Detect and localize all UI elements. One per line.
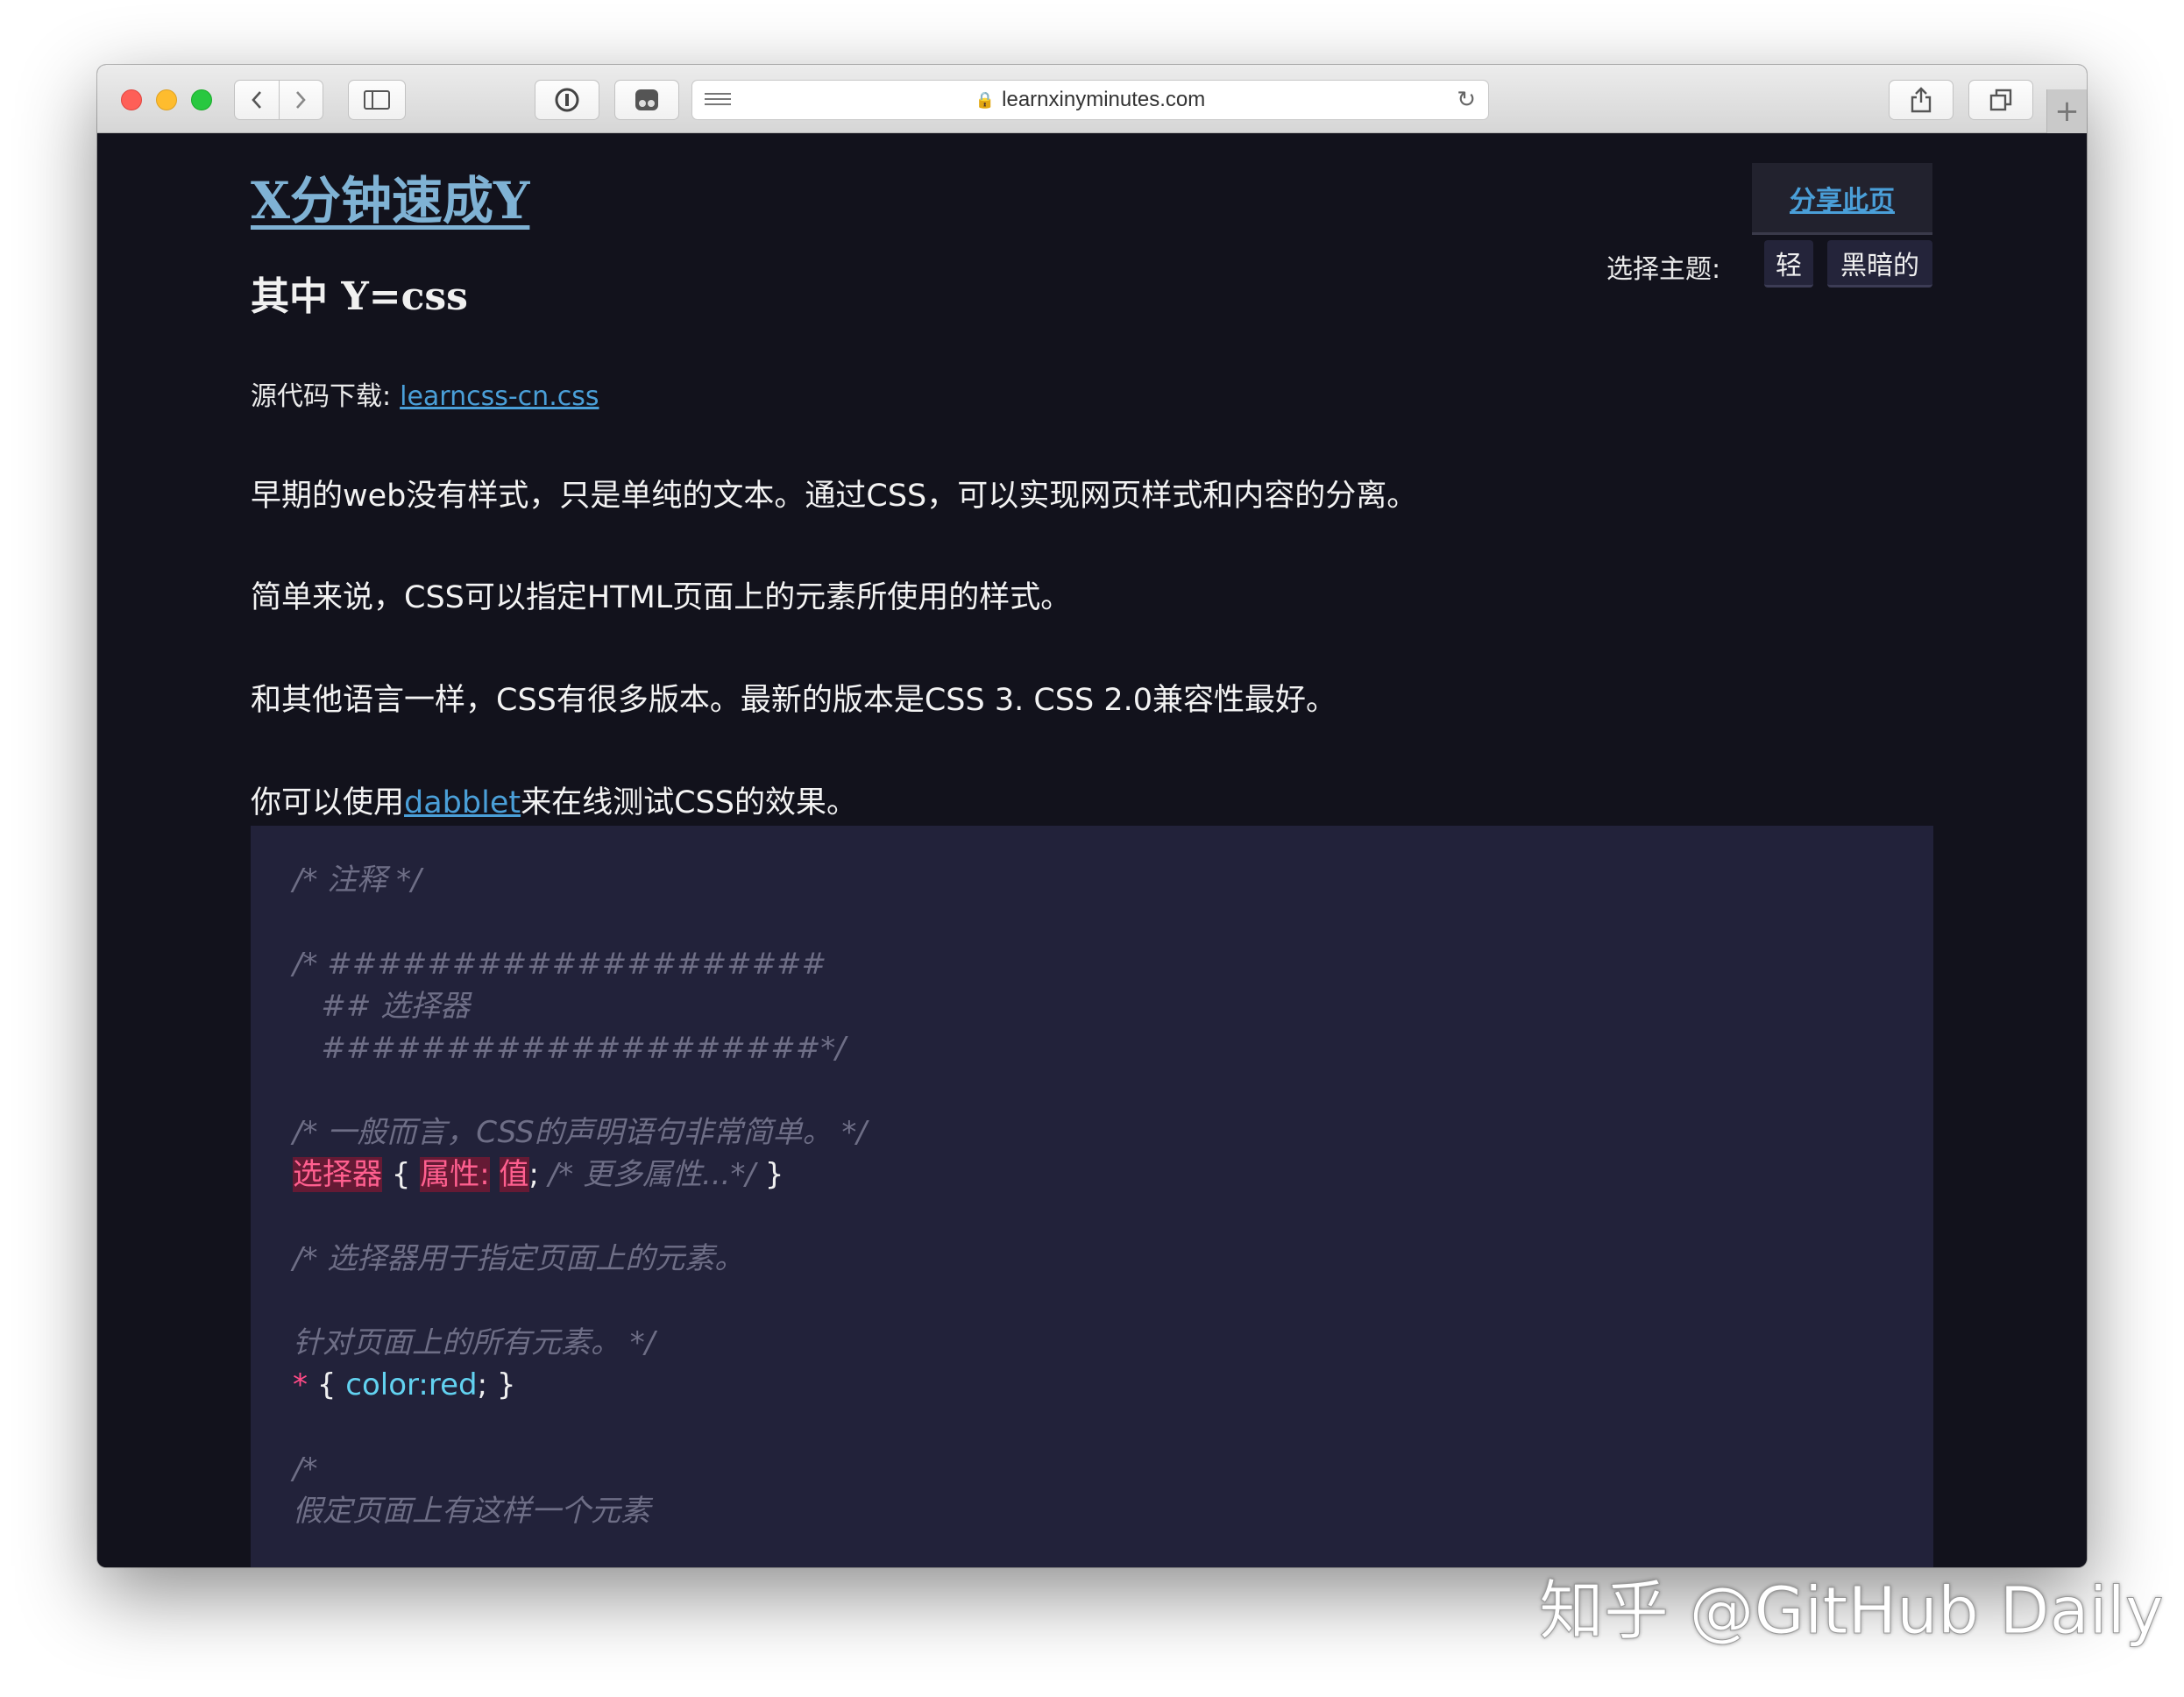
source-label: 源代码下载: — [251, 381, 392, 412]
sidebar-icon — [364, 90, 390, 110]
site-title-link[interactable]: X分钟速成Y — [251, 160, 529, 233]
code-brace-open: { — [382, 1157, 421, 1192]
code-universal-rule-line: * { color:red; } — [293, 1364, 1891, 1406]
page-subtitle: 其中 Y=css — [251, 274, 468, 319]
code-comment: ## 选择器 — [293, 989, 471, 1024]
chevron-right-icon — [296, 91, 306, 109]
code-comment: ####################*/ — [293, 1031, 846, 1066]
plus-icon: + — [2054, 94, 2080, 129]
code-property: 属性: — [420, 1157, 490, 1192]
forward-button[interactable] — [278, 81, 323, 119]
dabblet-link[interactable]: dabblet — [404, 785, 521, 820]
code-rule-line: 选择器 { 属性: 值; /* 更多属性...*/ } — [293, 1154, 1891, 1196]
theme-label: 选择主题: — [1606, 254, 1721, 285]
new-tab-button[interactable]: + — [2046, 89, 2087, 133]
code-comment: /* 选择器用于指定页面上的元素。 — [293, 1241, 745, 1276]
url-text: learnxinyminutes.com — [1002, 88, 1206, 111]
zoom-window-button[interactable] — [191, 89, 212, 110]
code-selector: 选择器 — [293, 1157, 382, 1192]
dabblet-text-before: 你可以使用 — [251, 785, 405, 820]
browser-window: 🔒 learnxinyminutes.com ↻ + X分钟速成Y 其中 Y=c… — [97, 65, 2087, 1567]
tabs-overview-button[interactable] — [1968, 80, 2033, 120]
code-block: /* 注释 */ /* #################### ## 选择器 #… — [251, 826, 1933, 1567]
code-colon: : — [418, 1367, 429, 1402]
address-bar[interactable]: 🔒 learnxinyminutes.com ↻ — [691, 80, 1489, 120]
browser-toolbar: 🔒 learnxinyminutes.com ↻ + — [97, 65, 2087, 133]
code-comment: /* — [293, 1452, 318, 1487]
lock-icon: 🔒 — [975, 90, 996, 109]
dabblet-text-after: 来在线测试CSS的效果。 — [521, 785, 857, 820]
page-content: X分钟速成Y 其中 Y=css 分享此页 选择主题: 轻 黑暗的 源代码下载: l… — [97, 133, 2087, 1567]
code-brace-close: } — [755, 1157, 784, 1192]
code-value: 值 — [499, 1157, 529, 1192]
code-brace-close: ; } — [477, 1367, 516, 1402]
code-semicolon: ; — [528, 1157, 549, 1192]
watermark: 知乎 @GitHub Daily — [1539, 1573, 2165, 1650]
share-page-button[interactable]: 分享此页 — [1752, 163, 1932, 235]
theme-dark-button[interactable]: 黑暗的 — [1827, 240, 1932, 288]
back-button[interactable] — [235, 81, 279, 119]
password-button[interactable] — [535, 80, 599, 120]
extension-button[interactable] — [614, 80, 679, 120]
code-comment: 针对页面上的所有元素。 */ — [293, 1325, 656, 1360]
paragraph-summary: 简单来说，CSS可以指定HTML页面上的元素所使用的样式。 — [251, 580, 1072, 615]
paragraph-versions: 和其他语言一样，CSS有很多版本。最新的版本是CSS 3. CSS 2.0兼容性… — [251, 683, 1337, 718]
history-nav — [234, 80, 323, 120]
ghostery-icon — [635, 89, 658, 110]
reader-view-icon[interactable] — [705, 89, 731, 109]
theme-light-button[interactable]: 轻 — [1764, 240, 1813, 288]
share-toolbar-button[interactable] — [1889, 80, 1954, 120]
code-comment: 假定页面上有这样一个元素 — [293, 1494, 650, 1529]
paragraph-intro: 早期的web没有样式，只是单纯的文本。通过CSS，可以实现网页样式和内容的分离。 — [251, 479, 1418, 514]
sidebar-button[interactable] — [348, 80, 406, 120]
source-link[interactable]: learncss-cn.css — [400, 381, 599, 412]
code-universal-selector: * — [293, 1367, 308, 1402]
share-icon — [1911, 87, 1932, 113]
paragraph-dabblet: 你可以使用dabblet来在线测试CSS的效果。 — [251, 777, 857, 822]
source-download: 源代码下载: learncss-cn.css — [251, 374, 599, 413]
code-comment: /* 一般而言，CSS的声明语句非常简单。 */ — [293, 1115, 867, 1150]
close-window-button[interactable] — [121, 89, 142, 110]
reload-icon[interactable]: ↻ — [1457, 86, 1476, 113]
tabs-icon — [1989, 89, 2012, 111]
code-brace-open: { — [308, 1367, 346, 1402]
code-value: red — [428, 1367, 478, 1402]
minimize-window-button[interactable] — [156, 89, 177, 110]
code-property: color — [345, 1367, 419, 1402]
code-comment: /* #################### — [293, 947, 827, 982]
code-inline-comment: /* 更多属性...*/ — [548, 1157, 755, 1192]
code-comment: /* 注释 */ — [293, 863, 422, 898]
chevron-left-icon — [252, 91, 261, 109]
password-manager-icon — [555, 88, 579, 112]
